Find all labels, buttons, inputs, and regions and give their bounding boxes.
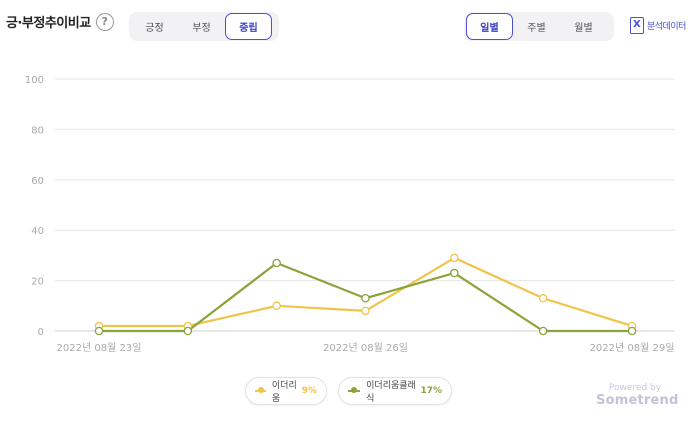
legend-swatch (348, 387, 361, 393)
legend-swatch (255, 387, 266, 393)
data-point (627, 326, 637, 336)
series-line (99, 256, 633, 328)
y-tick-label: 100 (25, 75, 44, 86)
x-tick-label: 2022년 08월 29일 (590, 342, 675, 354)
data-point (94, 326, 104, 336)
data-point (272, 301, 281, 311)
powered-by-text: Powered by (608, 383, 662, 393)
legend-label: 이더리움클래식 (366, 381, 416, 404)
x-tick-label: 2022년 08월 23일 (57, 342, 142, 354)
data-point (183, 326, 193, 336)
data-point (538, 293, 548, 303)
data-point (538, 326, 548, 336)
powered-by-branding: Powered by Sometrend (596, 383, 679, 408)
data-point (272, 258, 281, 268)
y-tick-label: 20 (31, 277, 44, 288)
y-tick-label: 0 (38, 327, 44, 338)
data-point (450, 268, 459, 278)
legend-item-ethereum-classic[interactable]: 이더리움클래식 17% (338, 377, 452, 405)
y-tick-label: 80 (31, 125, 44, 136)
x-tick-label: 2022년 08월 26일 (323, 342, 408, 354)
legend-label: 이더리움 (271, 381, 297, 404)
data-point (361, 306, 370, 316)
data-point (450, 253, 459, 263)
line-chart: 0 20 40 60 80 100 2022년 08월 23일 2022년 08월 26일 20… (25, 75, 675, 354)
brand-logo: Sometrend (596, 393, 679, 408)
y-tick-label: 60 (31, 176, 44, 187)
legend-percent: 17% (420, 386, 442, 396)
legend-item-ethereum[interactable]: 이더리움 9% (245, 377, 327, 405)
data-point (361, 293, 370, 303)
legend-percent: 9% (301, 386, 317, 396)
y-tick-label: 40 (31, 226, 44, 237)
